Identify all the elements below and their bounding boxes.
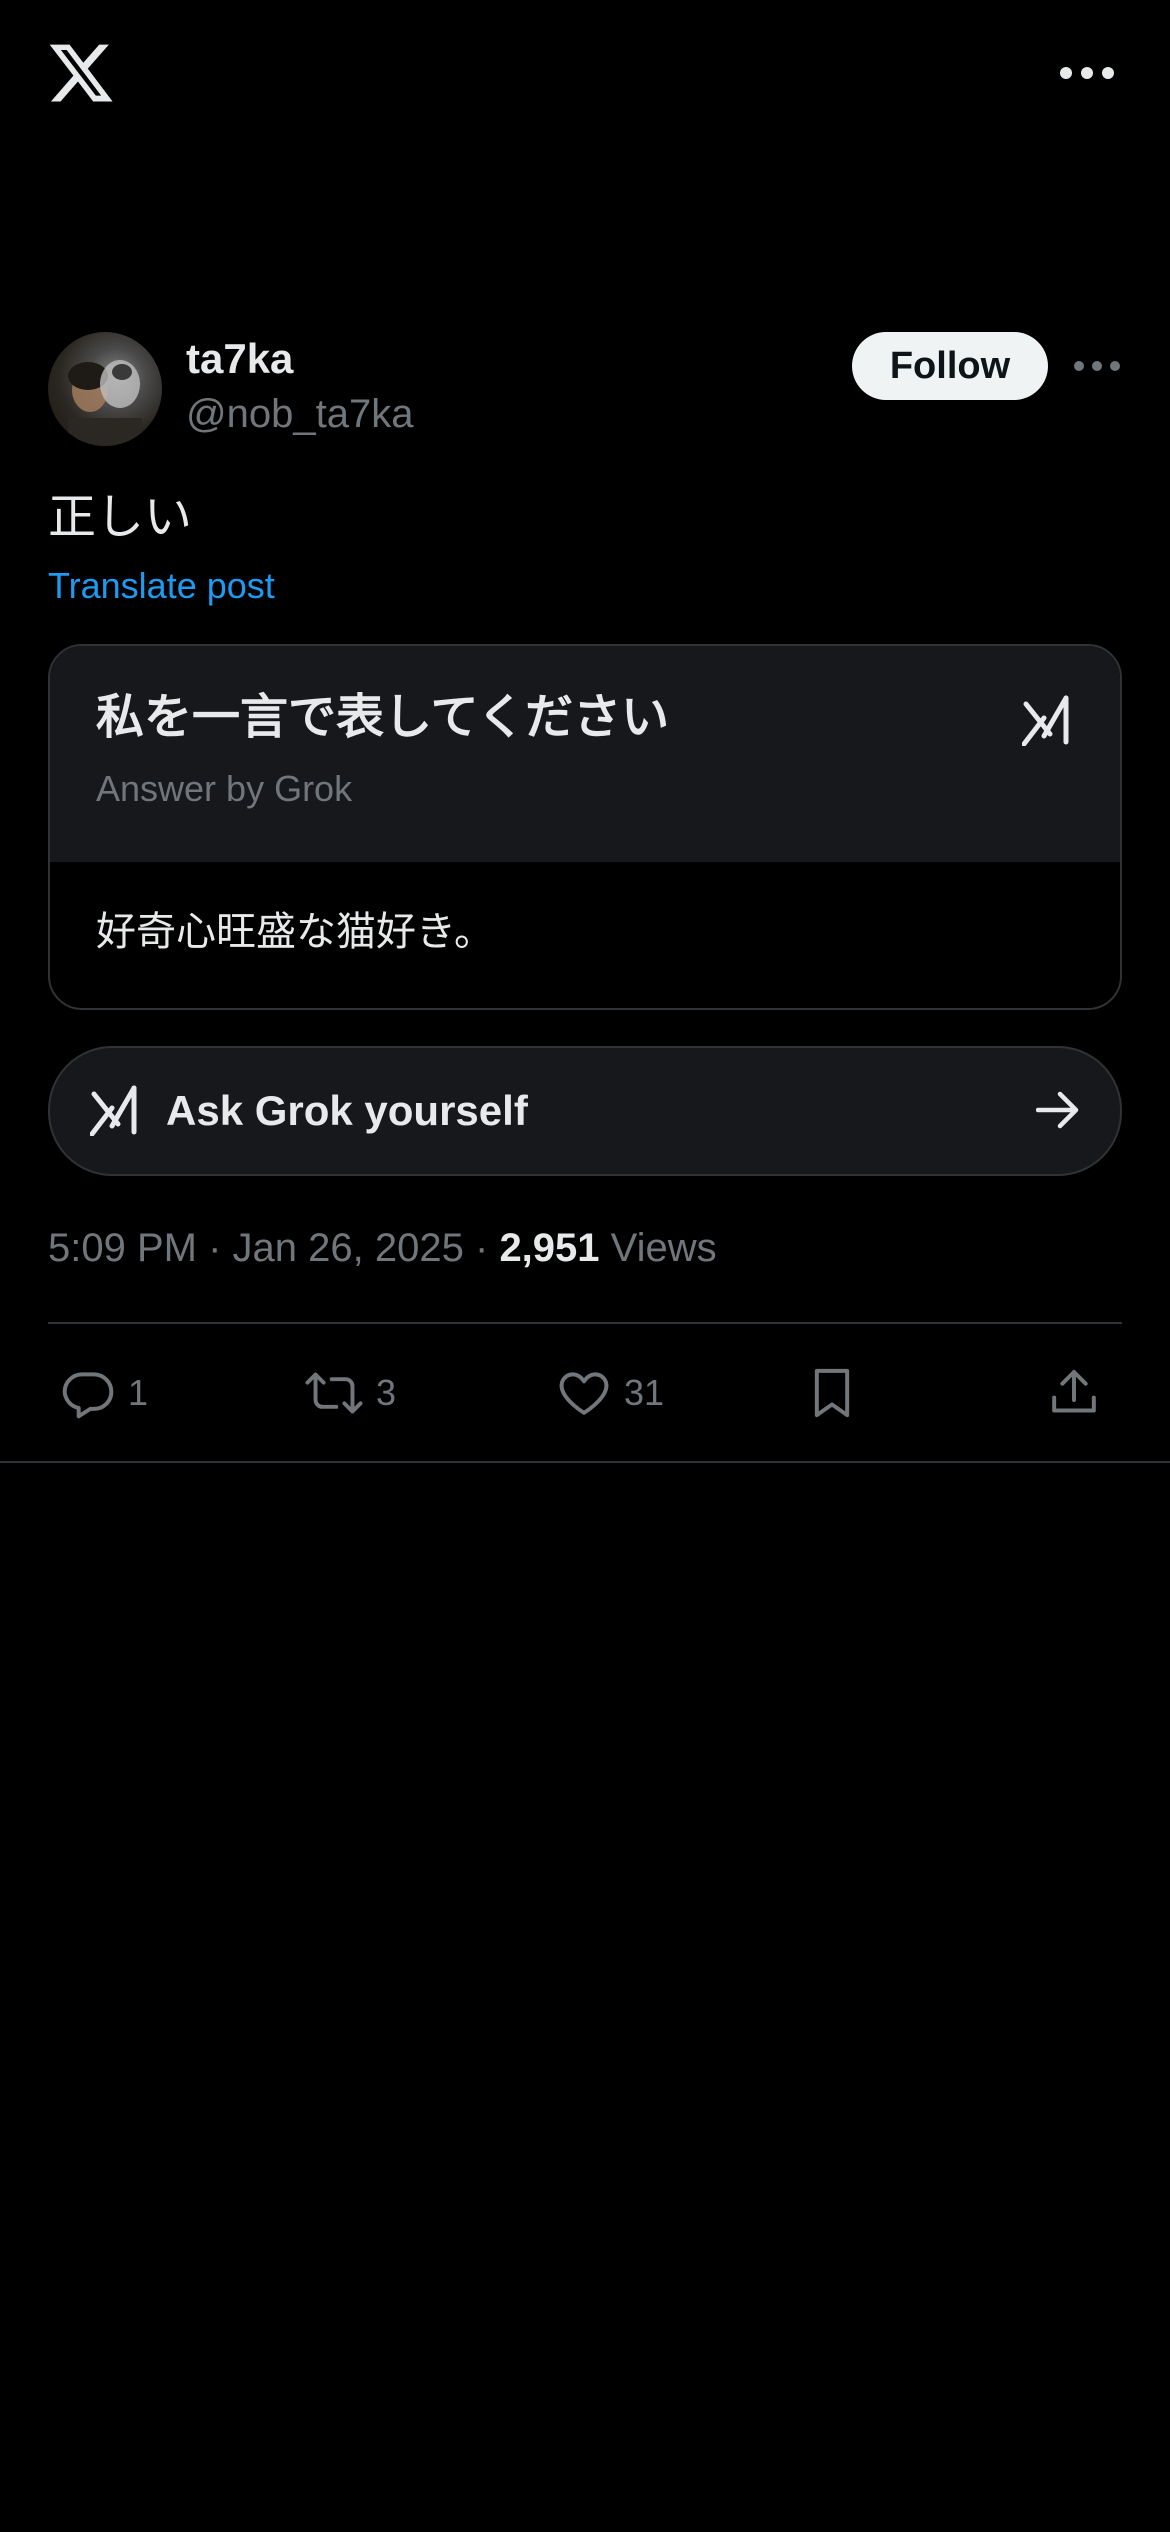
meta-separator: · bbox=[474, 1226, 489, 1270]
ask-grok-button[interactable]: Ask Grok yourself bbox=[48, 1046, 1122, 1176]
reply-icon bbox=[60, 1365, 116, 1421]
ask-grok-label: Ask Grok yourself bbox=[166, 1087, 528, 1134]
repost-count: 3 bbox=[376, 1372, 397, 1413]
views-label: Views bbox=[610, 1226, 717, 1270]
like-button[interactable]: 31 bbox=[556, 1358, 664, 1428]
repost-button[interactable]: 3 bbox=[304, 1358, 396, 1428]
like-count: 31 bbox=[624, 1372, 665, 1413]
arrow-right-icon bbox=[1035, 1090, 1082, 1130]
translate-post-link[interactable]: Translate post bbox=[48, 562, 275, 610]
meta-separator: · bbox=[208, 1226, 222, 1270]
bookmark-button[interactable] bbox=[804, 1358, 860, 1428]
x-logo-icon[interactable] bbox=[46, 38, 116, 108]
divider bbox=[0, 1461, 1170, 1463]
divider bbox=[48, 1322, 1122, 1324]
share-button[interactable] bbox=[1046, 1358, 1102, 1428]
post-meta: 5:09 PM · Jan 26, 2025 · 2,951 Views bbox=[48, 1220, 717, 1276]
post-more-icon[interactable] bbox=[1072, 354, 1122, 378]
reply-count: 1 bbox=[128, 1372, 149, 1413]
author-display-name[interactable]: ta7ka bbox=[186, 332, 293, 386]
post-author-row: ta7ka @nob_ta7ka Follow bbox=[48, 332, 1122, 452]
grok-card-header: 私を一言で表してください Answer by Grok bbox=[50, 646, 1120, 862]
views-count: 2,951 bbox=[499, 1226, 600, 1270]
grok-answer-text: 好奇心旺盛な猫好き。 bbox=[96, 910, 494, 954]
follow-button[interactable]: Follow bbox=[852, 332, 1048, 400]
post-actions-bar: 1 3 31 bbox=[48, 1358, 1122, 1428]
grok-question: 私を一言で表してください bbox=[96, 691, 670, 744]
author-handle[interactable]: @nob_ta7ka bbox=[186, 388, 413, 440]
reply-button[interactable]: 1 bbox=[60, 1358, 148, 1428]
share-icon bbox=[1046, 1365, 1102, 1421]
repost-icon bbox=[304, 1365, 364, 1421]
heart-icon bbox=[556, 1365, 612, 1421]
grok-answer-by: Answer by Grok bbox=[96, 768, 353, 809]
more-options-icon[interactable] bbox=[1058, 58, 1116, 88]
post-date[interactable]: Jan 26, 2025 bbox=[233, 1226, 464, 1270]
bookmark-icon bbox=[804, 1365, 860, 1421]
post-text: 正しい bbox=[48, 491, 193, 544]
avatar[interactable] bbox=[48, 332, 162, 446]
grok-logo-icon bbox=[1021, 694, 1070, 747]
top-bar bbox=[0, 0, 1170, 150]
grok-logo-icon bbox=[89, 1084, 138, 1137]
post-time: 5:09 PM bbox=[48, 1226, 197, 1270]
grok-answer-card[interactable]: 私を一言で表してください Answer by Grok 好奇心旺盛な猫好き。 bbox=[48, 644, 1122, 1010]
